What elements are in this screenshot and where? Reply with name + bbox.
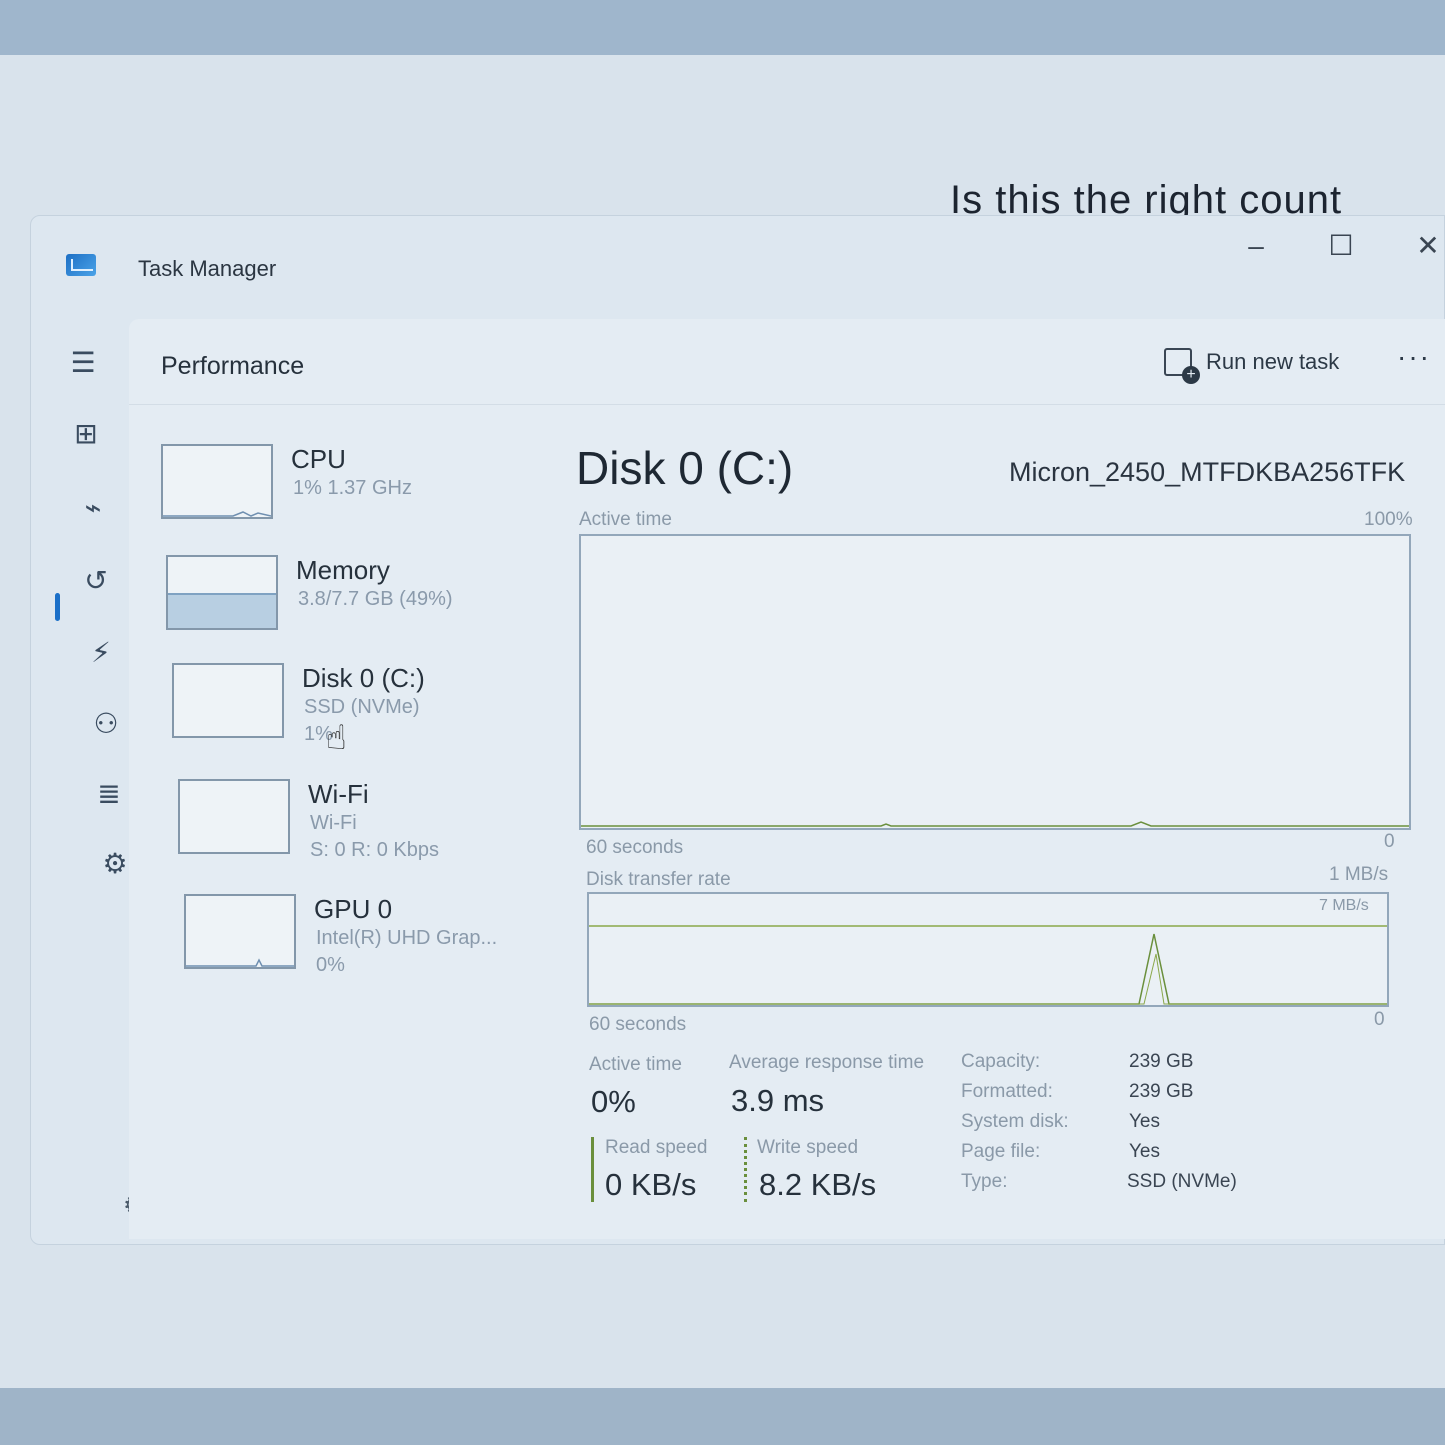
- device-name: CPU: [291, 444, 346, 474]
- cpu-mini-graph: [163, 511, 271, 517]
- device-gpu0[interactable]: GPU 0 Intel(R) UHD Grap... 0%: [184, 894, 564, 989]
- transfer-rate-graph: [589, 925, 1387, 1005]
- page-title: Performance: [161, 352, 305, 380]
- gpu-thumbnail: [184, 894, 296, 969]
- device-usage: 0%: [316, 954, 345, 976]
- gpu-mini-graph: [186, 958, 294, 967]
- system-disk-label: System disk:: [961, 1111, 1069, 1132]
- active-time-zero-label: 0: [1384, 831, 1395, 852]
- device-detail: 3.8/7.7 GB (49%): [298, 588, 453, 610]
- memory-thumbnail: [166, 555, 278, 630]
- hand-cursor-icon: ☝: [326, 719, 347, 757]
- transfer-rate-chart: 7 MB/s: [587, 892, 1389, 1007]
- capacity-label: Capacity:: [961, 1051, 1041, 1072]
- read-speed-label: Read speed: [605, 1137, 708, 1158]
- page-file-label: Page file:: [961, 1141, 1041, 1162]
- active-time-graph: [581, 821, 1409, 827]
- sidebar: ☰ ⊞ ⌁ ↺ ⚡ ⚇ ≣ ⚙: [31, 311, 131, 1241]
- users-icon[interactable]: ⚇: [86, 704, 126, 744]
- type-label: Type:: [961, 1171, 1008, 1192]
- header-divider: [129, 404, 1445, 405]
- cpu-thumbnail: [161, 444, 273, 519]
- active-time-stat-value: 0%: [591, 1084, 636, 1119]
- transfer-rate-zero-label: 0: [1374, 1009, 1385, 1030]
- device-name: Disk 0 (C:): [302, 663, 425, 693]
- active-indicator: [55, 593, 60, 621]
- type-value: SSD (NVMe): [1127, 1171, 1237, 1192]
- page-file-value: Yes: [1129, 1141, 1160, 1162]
- active-time-max-label: 100%: [1364, 509, 1413, 530]
- active-time-chart-label: Active time: [579, 509, 672, 530]
- run-new-task-label: Run new task: [1206, 349, 1340, 374]
- device-name: Wi-Fi: [308, 779, 369, 809]
- close-button[interactable]: ✕: [1403, 226, 1445, 266]
- transfer-rate-seconds-label: 60 seconds: [589, 1014, 687, 1035]
- write-speed-indicator: [744, 1137, 747, 1202]
- hamburger-icon[interactable]: ☰: [63, 343, 103, 383]
- device-disk0[interactable]: Disk 0 (C:) SSD (NVMe) 1%: [172, 663, 552, 758]
- run-new-task-button[interactable]: Run new task: [1164, 342, 1340, 384]
- device-usage: S: 0 R: 0 Kbps: [310, 839, 439, 861]
- write-speed-value: 8.2 KB/s: [759, 1167, 877, 1202]
- startup-apps-icon[interactable]: ⚡: [81, 633, 121, 673]
- active-time-chart: [579, 534, 1411, 830]
- device-detail: Intel(R) UHD Grap...: [316, 927, 498, 949]
- device-name: GPU 0: [314, 894, 393, 924]
- device-detail: Wi-Fi: [310, 812, 357, 834]
- task-manager-icon: [66, 254, 96, 276]
- wifi-thumbnail: [178, 779, 290, 854]
- details-icon[interactable]: ≣: [89, 774, 129, 814]
- minimize-button[interactable]: –: [1231, 226, 1281, 266]
- transfer-rate-inner-label: 7 MB/s: [1319, 897, 1369, 914]
- active-time-stat-label: Active time: [589, 1054, 682, 1075]
- device-memory[interactable]: Memory 3.8/7.7 GB (49%): [166, 555, 546, 650]
- performance-icon[interactable]: ⌁: [73, 488, 113, 528]
- device-detail: SSD (NVMe): [304, 696, 420, 718]
- formatted-label: Formatted:: [961, 1081, 1053, 1102]
- device-cpu[interactable]: CPU 1% 1.37 GHz: [161, 444, 541, 539]
- read-speed-indicator: [591, 1137, 594, 1202]
- background-heading: Is this the right count: [950, 178, 1343, 218]
- processes-icon[interactable]: ⊞: [66, 414, 106, 454]
- avg-response-value: 3.9 ms: [731, 1083, 825, 1118]
- app-history-icon[interactable]: ↺: [76, 561, 116, 601]
- run-task-icon: [1164, 348, 1200, 384]
- window-title: Task Manager: [138, 256, 277, 281]
- detail-title: Disk 0 (C:): [576, 442, 794, 494]
- formatted-value: 239 GB: [1129, 1081, 1194, 1102]
- active-time-seconds-label: 60 seconds: [586, 837, 684, 858]
- title-bar[interactable]: Task Manager – ☐ ✕: [31, 216, 1444, 311]
- background-bottom-band: [0, 1388, 1445, 1445]
- more-options-button[interactable]: ···: [1397, 341, 1431, 373]
- task-manager-window: Task Manager – ☐ ✕ ☰ ⊞ ⌁ ↺ ⚡ ⚇ ≣ ⚙ ⚙ Per…: [30, 215, 1445, 1245]
- background-top-band: [0, 0, 1445, 60]
- system-disk-value: Yes: [1129, 1111, 1160, 1132]
- maximize-button[interactable]: ☐: [1316, 226, 1366, 266]
- transfer-rate-max-label: 1 MB/s: [1329, 864, 1389, 885]
- write-speed-label: Write speed: [757, 1137, 859, 1158]
- memory-fill: [168, 593, 276, 628]
- transfer-rate-label: Disk transfer rate: [586, 869, 731, 890]
- disk-thumbnail: [172, 663, 284, 738]
- capacity-value: 239 GB: [1129, 1051, 1194, 1072]
- avg-response-label: Average response time: [729, 1052, 925, 1073]
- disk-model: Micron_2450_MTFDKBA256TFK: [1009, 457, 1406, 487]
- device-wifi[interactable]: Wi-Fi Wi-Fi S: 0 R: 0 Kbps: [178, 779, 558, 874]
- read-speed-value: 0 KB/s: [605, 1167, 697, 1202]
- device-name: Memory: [296, 555, 390, 585]
- device-detail: 1% 1.37 GHz: [293, 477, 412, 499]
- performance-panel: Performance Run new task ··· CPU 1% 1.37…: [129, 319, 1445, 1239]
